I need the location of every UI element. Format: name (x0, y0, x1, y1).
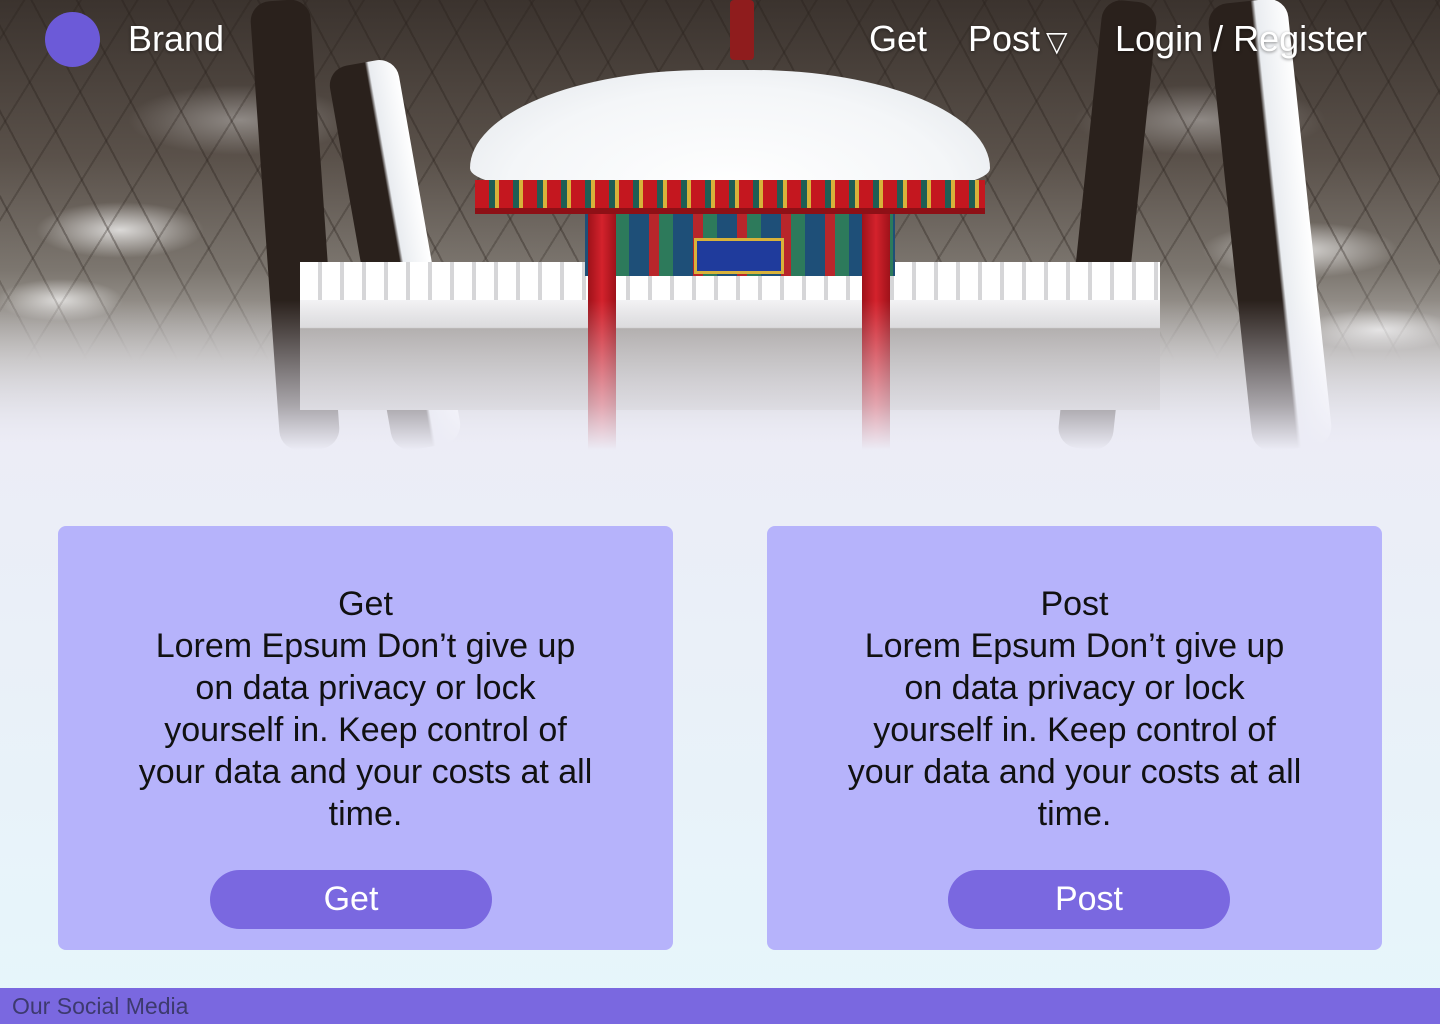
nav-post-label: Post (968, 18, 1041, 59)
brand-logo[interactable] (45, 12, 100, 67)
nav-post-menu[interactable]: Post ▽ (968, 18, 1068, 60)
card-body: Lorem Epsum Don’t give up on data privac… (847, 627, 1302, 833)
brand-name[interactable]: Brand (128, 18, 224, 60)
card-body: Lorem Epsum Don’t give up on data privac… (138, 627, 593, 833)
pavilion-plaque (694, 238, 784, 274)
get-button[interactable]: Get (210, 870, 492, 929)
pavilion-eave (475, 180, 985, 214)
chevron-down-icon: ▽ (1046, 26, 1068, 57)
nav-get-link[interactable]: Get (869, 18, 927, 60)
get-card: Get Lorem Epsum Don’t give up on data pr… (58, 526, 673, 950)
post-card-text: Post Lorem Epsum Don’t give up on data p… (847, 583, 1302, 835)
get-card-text: Get Lorem Epsum Don’t give up on data pr… (138, 583, 593, 835)
post-button[interactable]: Post (948, 870, 1230, 929)
top-nav: Brand Get Post ▽ Login / Register (0, 0, 1440, 80)
footer: Our Social Media (0, 988, 1440, 1024)
card-title: Get (338, 585, 393, 623)
social-media-link[interactable]: Our Social Media (12, 993, 188, 1020)
nav-login-register-link[interactable]: Login / Register (1115, 18, 1367, 60)
card-title: Post (1040, 585, 1109, 623)
post-card: Post Lorem Epsum Don’t give up on data p… (767, 526, 1382, 950)
hero-fade (0, 300, 1440, 450)
